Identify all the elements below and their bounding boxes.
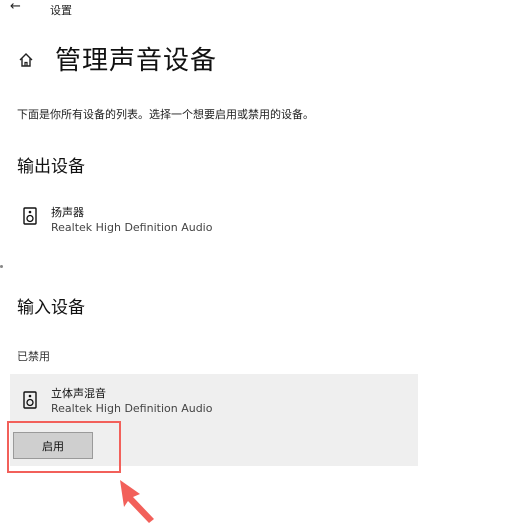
pointer-arrow-annotation bbox=[120, 480, 154, 523]
breadcrumb: 设置 bbox=[50, 4, 72, 17]
output-devices-heading: 输出设备 bbox=[17, 157, 85, 177]
device-name: 立体声混音 bbox=[51, 387, 106, 400]
speaker-icon bbox=[23, 207, 37, 225]
page-title: 管理声音设备 bbox=[55, 46, 218, 76]
speaker-icon bbox=[23, 391, 37, 409]
back-arrow-icon: ← bbox=[10, 0, 21, 14]
home-icon[interactable] bbox=[18, 52, 34, 68]
page-description: 下面是你所有设备的列表。选择一个想要启用或禁用的设备。 bbox=[17, 108, 314, 121]
device-driver: Realtek High Definition Audio bbox=[51, 221, 213, 234]
device-driver: Realtek High Definition Audio bbox=[51, 402, 213, 415]
divider-dot bbox=[0, 265, 3, 268]
enable-button[interactable]: 启用 bbox=[13, 432, 93, 459]
title-bar: ← 设置 bbox=[0, 0, 505, 18]
back-button[interactable]: ← bbox=[10, 0, 26, 14]
disabled-status-label: 已禁用 bbox=[17, 350, 50, 363]
input-devices-heading: 输入设备 bbox=[17, 298, 85, 318]
device-name: 扬声器 bbox=[51, 206, 84, 219]
